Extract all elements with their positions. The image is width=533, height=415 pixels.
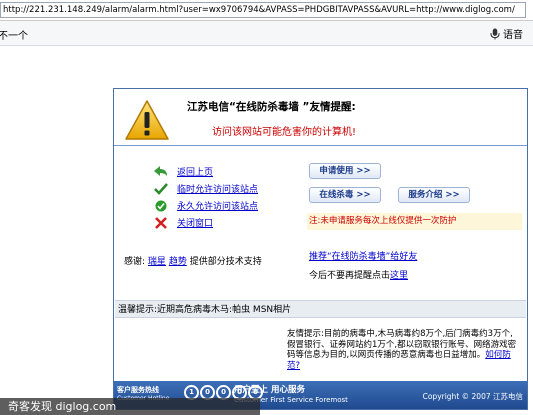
tip-bar: 温馨提示:近期高危病毒木马:帕虫 MSN相片 xyxy=(115,300,526,318)
credits-suffix: 提供部分技术支持 xyxy=(189,257,262,267)
close-window-label: 关闭窗口 xyxy=(177,219,214,229)
slogan: 用户至上 用心服务 xyxy=(234,385,305,395)
dont-remind-text: 今后不要再提醒点击这里 xyxy=(309,268,408,281)
allow-permanent-link[interactable]: 永久允许访问该站点 xyxy=(154,197,258,214)
partner-link-rising[interactable]: 瑞星 xyxy=(148,257,166,267)
warning-triangle-icon xyxy=(125,100,169,140)
dont-remind-link[interactable]: 这里 xyxy=(390,271,408,281)
dont-remind-prefix: 今后不要再提醒点击 xyxy=(309,271,391,281)
browser-toolbar: 不一个 语音 xyxy=(0,21,533,46)
url-input[interactable] xyxy=(0,2,526,18)
back-arrow-icon xyxy=(154,165,167,176)
watermark: 奇客发现 diglog.com xyxy=(0,398,260,415)
credits-prefix: 感谢: xyxy=(124,257,146,267)
copyright: Copyright © 2007 江苏电信 xyxy=(422,392,523,401)
usage-note: 注:未申请服务每次上线仅提供一次防护 xyxy=(307,213,522,230)
service-intro-button[interactable]: 服务介绍 >> xyxy=(398,187,470,203)
toolbar-left-text[interactable]: 不一个 xyxy=(0,27,28,42)
credits: 感谢: 瑞星 趋势 提供部分技术支持 xyxy=(124,254,262,267)
partner-link-trend[interactable]: 趋势 xyxy=(169,257,187,267)
friendly-tip: 友情提示:目前的病毒中,木马病毒约8万个,后门病毒约3万个,假冒银行、证券网站约… xyxy=(287,329,519,371)
allow-permanent-label: 永久允许访问该站点 xyxy=(177,202,259,212)
online-kill-button[interactable]: 在线杀毒 >> xyxy=(309,187,381,203)
friendly-tip-text: 友情提示:目前的病毒中,木马病毒约8万个,后门病毒约3万个,假冒银行、证券网站约… xyxy=(287,329,517,360)
divider xyxy=(114,145,527,146)
allow-temp-label: 临时允许访问该站点 xyxy=(177,185,259,195)
green-check-circle-icon xyxy=(155,200,167,211)
red-x-icon xyxy=(155,216,167,229)
recommend-link[interactable]: 推荐“在线防杀毒墙”给好友 xyxy=(309,249,417,262)
address-bar xyxy=(0,0,533,21)
dialog-title: 江苏电信“在线防杀毒墙 ”友情提醒: xyxy=(187,101,356,113)
voice-button[interactable]: 语音 xyxy=(490,26,523,41)
close-window-link[interactable]: 关闭窗口 xyxy=(154,214,258,231)
back-link[interactable]: 返回上页 xyxy=(154,163,258,180)
voice-icon xyxy=(490,28,500,39)
back-link-label: 返回上页 xyxy=(177,168,214,178)
voice-label: 语音 xyxy=(503,30,523,41)
hotline-label: 客户服务热线 xyxy=(117,386,159,394)
check-icon xyxy=(154,182,168,195)
warning-message: 访问该网站可能危害你的计算机! xyxy=(212,127,357,138)
alert-dialog: 江苏电信“在线防杀毒墙 ”友情提醒: 访问该网站可能危害你的计算机! 返回上页 … xyxy=(113,88,528,410)
allow-temp-link[interactable]: 临时允许访问该站点 xyxy=(154,180,258,197)
action-links: 返回上页 临时允许访问该站点 永久允许访问该站点 关闭窗口 xyxy=(154,163,258,231)
apply-button[interactable]: 申请使用 >> xyxy=(309,163,381,179)
